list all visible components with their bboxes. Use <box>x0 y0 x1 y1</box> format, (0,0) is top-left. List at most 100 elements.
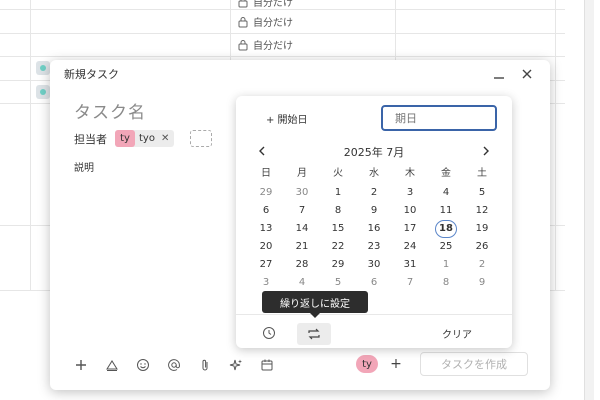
calendar-day-label: 31 <box>403 259 417 270</box>
dialog-header: 新規タスク <box>50 60 550 88</box>
editor-toolbar <box>72 356 275 373</box>
calendar-day[interactable]: 9 <box>356 202 392 220</box>
time-button[interactable] <box>258 323 280 343</box>
calendar-day-label: 23 <box>367 241 381 252</box>
calendar-day[interactable]: 4 <box>428 184 464 202</box>
calendar-day-label: 6 <box>370 277 378 288</box>
weekday-header: 日月火水木金土 <box>248 164 500 179</box>
calendar-day[interactable]: 26 <box>464 238 500 256</box>
table-divider <box>0 33 565 34</box>
calendar-day[interactable]: 4 <box>284 274 320 292</box>
calendar-day-label: 1 <box>442 259 450 270</box>
calendar-day[interactable]: 8 <box>320 202 356 220</box>
repeat-button[interactable] <box>297 323 331 345</box>
calendar-day-label: 26 <box>475 241 489 252</box>
calendar-day[interactable]: 30 <box>356 256 392 274</box>
calendar-day-label: 17 <box>403 223 417 234</box>
calendar-day-label: 19 <box>475 223 489 234</box>
weekday-label: 木 <box>405 168 415 179</box>
calendar-day[interactable]: 29 <box>248 184 284 202</box>
ai-sparkle-icon[interactable] <box>227 356 244 373</box>
minimize-button[interactable] <box>490 65 508 83</box>
calendar-day[interactable]: 17 <box>392 220 428 238</box>
calendar-grid: 29 30 1 2 3 4 5 6 7 8 9 10 11 12 13 14 15 16 17 18 19 20 21 22 2… <box>248 184 500 292</box>
calendar-day[interactable]: 21 <box>284 238 320 256</box>
prev-month-button[interactable] <box>254 145 270 160</box>
calendar-day[interactable]: 12 <box>464 202 500 220</box>
calendar-day[interactable]: 29 <box>320 256 356 274</box>
calendar-day[interactable]: 3 <box>248 274 284 292</box>
calendar-day-label: 2 <box>478 259 486 270</box>
calendar-day-label: 7 <box>406 277 414 288</box>
assignee-chip[interactable]: ty tyo ✕ <box>115 130 175 147</box>
calendar-day[interactable]: 10 <box>392 202 428 220</box>
remove-assignee-icon[interactable]: ✕ <box>161 133 169 144</box>
calendar-day[interactable]: 22 <box>320 238 356 256</box>
calendar-day[interactable]: 27 <box>248 256 284 274</box>
add-icon[interactable] <box>72 356 89 373</box>
privacy-cell[interactable]: 自分だけ <box>237 0 293 9</box>
calendar-day[interactable]: 11 <box>428 202 464 220</box>
calendar-day[interactable]: 8 <box>428 274 464 292</box>
calendar-day[interactable]: 13 <box>248 220 284 238</box>
chevron-left-icon <box>259 146 265 155</box>
start-date-button[interactable]: + 開始日 <box>266 111 308 126</box>
add-collaborator-button[interactable]: + <box>388 356 404 372</box>
add-assignee-button[interactable] <box>190 130 213 147</box>
mention-icon[interactable] <box>165 356 182 373</box>
calendar-day-label: 10 <box>403 205 417 216</box>
emoji-icon[interactable] <box>134 356 151 373</box>
calendar-day-label: 5 <box>478 187 486 198</box>
repeat-tooltip: 繰り返しに設定 <box>262 291 368 318</box>
calendar-day[interactable]: 18 <box>428 220 464 238</box>
due-date-input[interactable] <box>381 105 497 131</box>
assignee-name: tyo <box>139 133 155 144</box>
calendar-day[interactable]: 6 <box>248 202 284 220</box>
calendar-day[interactable]: 25 <box>428 238 464 256</box>
table-divider <box>555 0 556 290</box>
calendar-day[interactable]: 19 <box>464 220 500 238</box>
calendar-day[interactable]: 1 <box>428 256 464 274</box>
page-scrollbar[interactable] <box>584 0 594 400</box>
calendar-day[interactable]: 3 <box>392 184 428 202</box>
calendar-day[interactable]: 5 <box>464 184 500 202</box>
weekday-label: 火 <box>333 168 343 179</box>
calendar-day[interactable]: 20 <box>248 238 284 256</box>
owner-avatar[interactable]: ty <box>356 355 378 373</box>
format-icon[interactable] <box>103 356 120 373</box>
calendar-day[interactable]: 7 <box>392 274 428 292</box>
calendar-day[interactable]: 24 <box>392 238 428 256</box>
calendar-day-label: 21 <box>295 241 309 252</box>
calendar-day[interactable]: 5 <box>320 274 356 292</box>
calendar-day[interactable]: 15 <box>320 220 356 238</box>
calendar-day-label: 29 <box>331 259 345 270</box>
calendar-day[interactable]: 9 <box>464 274 500 292</box>
calendar-day[interactable]: 14 <box>284 220 320 238</box>
calendar-day[interactable]: 31 <box>392 256 428 274</box>
clear-button[interactable]: クリア <box>442 326 472 341</box>
calendar-day[interactable]: 2 <box>356 184 392 202</box>
calendar-icon[interactable] <box>258 356 275 373</box>
create-task-button[interactable]: タスクを作成 <box>420 352 528 376</box>
chevron-right-icon <box>483 146 489 155</box>
close-button[interactable] <box>518 65 536 83</box>
calendar-day[interactable]: 6 <box>356 274 392 292</box>
dialog-title: 新規タスク <box>64 68 119 81</box>
calendar-day-label: 16 <box>367 223 381 234</box>
calendar-day[interactable]: 7 <box>284 202 320 220</box>
calendar-day[interactable]: 16 <box>356 220 392 238</box>
calendar-day[interactable]: 2 <box>464 256 500 274</box>
calendar-day[interactable]: 30 <box>284 184 320 202</box>
attachment-icon[interactable] <box>196 356 213 373</box>
assignee-label: 担当者 <box>74 132 107 146</box>
lock-icon <box>238 0 248 7</box>
calendar-day[interactable]: 23 <box>356 238 392 256</box>
calendar-day-label: 14 <box>295 223 309 234</box>
calendar-day[interactable]: 1 <box>320 184 356 202</box>
calendar-day[interactable]: 28 <box>284 256 320 274</box>
privacy-cell[interactable]: 自分だけ <box>237 37 293 52</box>
privacy-cell[interactable]: 自分だけ <box>237 14 293 29</box>
next-month-button[interactable] <box>478 145 494 160</box>
task-name-input[interactable]: タスク名 <box>74 98 146 123</box>
calendar-day-label: 15 <box>331 223 345 234</box>
